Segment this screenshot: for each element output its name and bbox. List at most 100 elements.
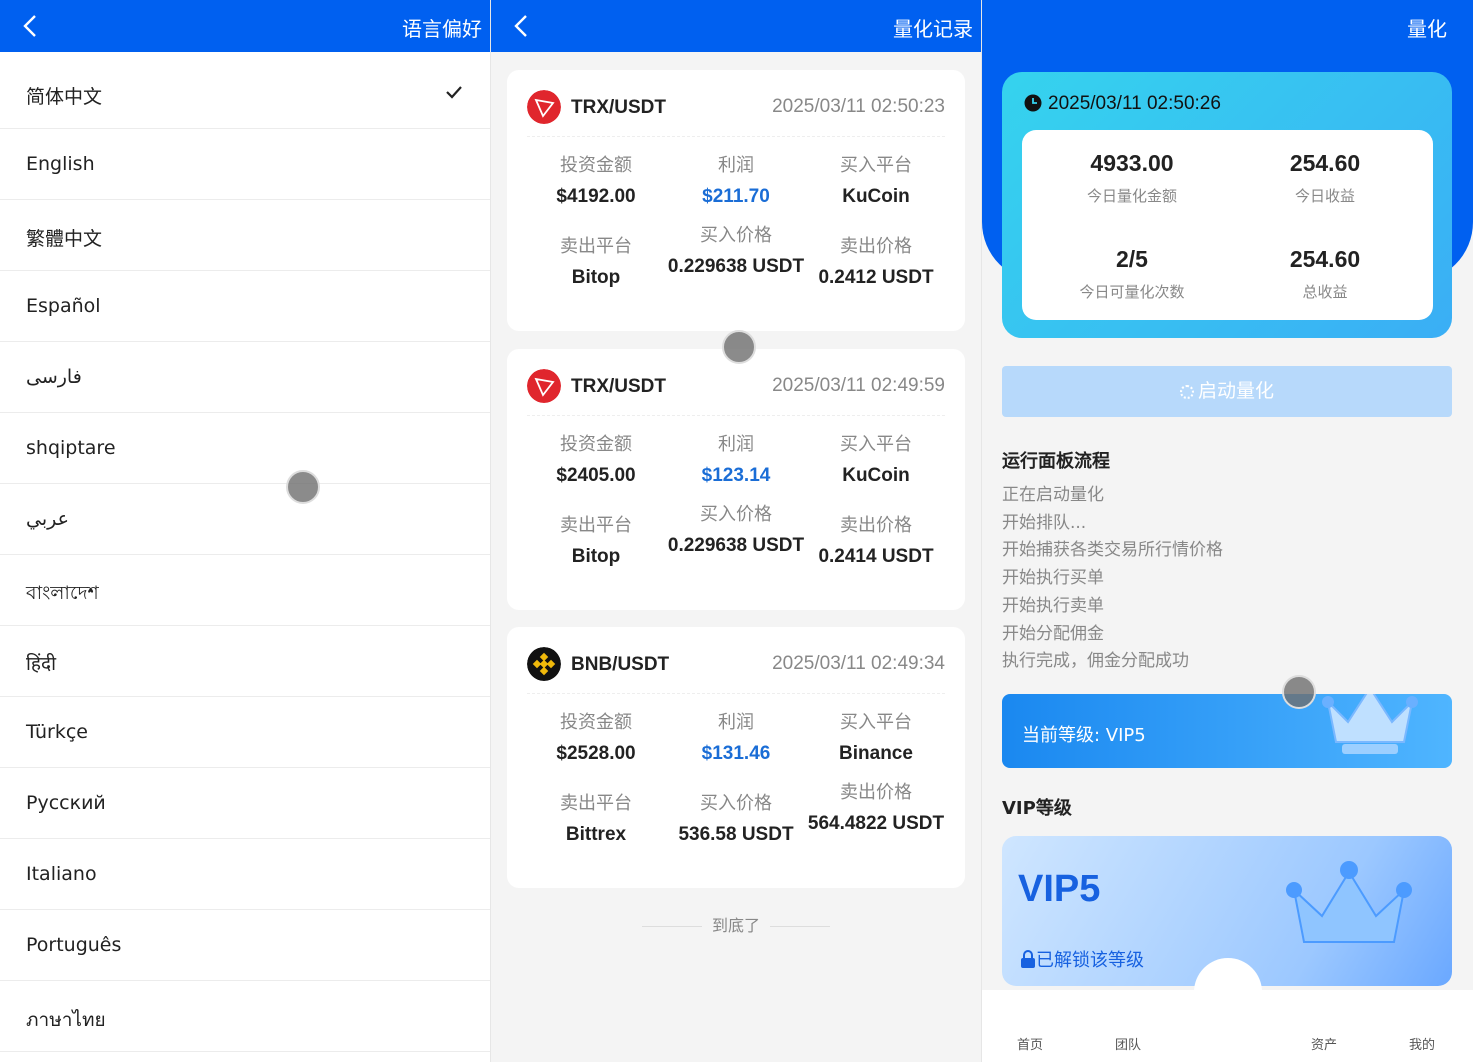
page-title: 量化: [1407, 17, 1447, 41]
field-label: 买入平台: [840, 712, 912, 733]
language-item[interactable]: فارسی: [0, 342, 490, 413]
vip-level: VIP5: [1018, 868, 1101, 910]
field-value: KuCoin: [842, 465, 910, 486]
stat-today-amount: 4933.00 今日量化金额: [1032, 150, 1232, 206]
language-screen: 语言偏好 简体中文 English 繁體中文 Español فارسی shqiptar…: [0, 0, 490, 1062]
sell-platform: 卖出平台 Bitop: [526, 232, 666, 290]
sell-platform: 卖出平台 Bitop: [526, 511, 666, 569]
divider: [527, 693, 945, 694]
trading-pair: TRX/USDT: [571, 376, 666, 397]
language-item[interactable]: English: [0, 129, 490, 200]
header: 量化记录: [491, 0, 981, 52]
field-value: 0.2412 USDT: [818, 267, 934, 288]
buy-price: 买入价格 0.229638 USDT: [666, 221, 806, 279]
start-quant-button[interactable]: 启动量化: [1002, 366, 1452, 417]
language-label: Italiano: [26, 863, 97, 885]
stat-today-count: 2/5 今日可量化次数: [1032, 246, 1232, 302]
language-label: हिंदी: [26, 653, 57, 675]
field-label: 卖出价格: [840, 236, 912, 257]
stat-label: 今日量化金额: [1086, 187, 1177, 205]
invest-amount: 投资金额 $4192.00: [526, 151, 666, 209]
record-time: 2025/03/11 02:49:34: [772, 653, 945, 674]
record-card[interactable]: TRX/USDT 2025/03/11 02:50:23 投资金额 $4192.00 利…: [507, 70, 965, 331]
touch-indicator: [722, 330, 756, 364]
buy-platform: 买入平台 Binance: [806, 708, 946, 766]
start-quant-label: 启动量化: [1197, 380, 1274, 402]
field-value: 0.229638 USDT: [667, 256, 805, 277]
records-screen: 量化记录 TRX/USDT 2025/03/11 02:50:23 投资金额 $419…: [491, 0, 981, 1062]
field-value: Binance: [839, 743, 913, 764]
field-value: $2528.00: [556, 743, 636, 764]
tab-bar: 首页 团队 资产 我的: [982, 958, 1473, 1062]
stat-value: 2/5: [1116, 246, 1148, 272]
language-item[interactable]: Русский: [0, 768, 490, 839]
language-item[interactable]: عربي: [0, 484, 490, 555]
process-step: 开始执行买单: [1002, 568, 1104, 589]
language-item[interactable]: Português: [0, 910, 490, 981]
language-label: shqiptare: [26, 437, 116, 459]
field-label: 卖出价格: [840, 782, 912, 803]
language-item[interactable]: ภาษาไทย: [0, 981, 490, 1052]
process-step: 开始捕获各类交易所行情价格: [1002, 540, 1223, 561]
field-label: 买入价格: [700, 504, 772, 525]
language-item[interactable]: 简体中文: [0, 58, 490, 129]
language-item[interactable]: Español: [0, 271, 490, 342]
stat-label: 今日可量化次数: [1079, 283, 1185, 301]
process-step: 开始执行卖单: [1002, 595, 1104, 616]
stats-panel: 2025/03/11 02:50:26 4933.00 今日量化金额 254.6…: [1002, 72, 1452, 338]
vip-unlocked-status: 已解锁该等级: [1020, 946, 1144, 972]
back-arrow-icon[interactable]: [509, 12, 537, 40]
field-value: Bitop: [571, 546, 621, 567]
field-value: Bittrex: [565, 824, 627, 845]
language-label: Русский: [26, 792, 106, 814]
sell-platform: 卖出平台 Bittrex: [526, 789, 666, 847]
panel-time: 2025/03/11 02:50:26: [1048, 93, 1221, 114]
field-label: 利润: [718, 712, 754, 733]
field-label: 卖出平台: [560, 515, 632, 536]
field-label: 买入价格: [700, 225, 772, 246]
language-item[interactable]: हिंदी: [0, 626, 490, 697]
record-card[interactable]: TRX/USDT 2025/03/11 02:49:59 投资金额 $2405.00 利…: [507, 349, 965, 610]
field-label: 投资金额: [560, 712, 632, 733]
header: 语言偏好: [0, 0, 490, 52]
language-item[interactable]: Türkçe: [0, 697, 490, 768]
trading-pair: BNB/USDT: [571, 654, 670, 675]
field-value: 564.4822 USDT: [807, 813, 945, 834]
trading-pair: TRX/USDT: [571, 97, 666, 118]
divider: [527, 415, 945, 416]
language-label: فارسی: [26, 366, 82, 388]
field-value: 0.2414 USDT: [818, 546, 934, 567]
language-item[interactable]: Italiano: [0, 839, 490, 910]
stat-label: 今日收益: [1294, 187, 1355, 205]
tab-home[interactable]: 首页: [1017, 1034, 1043, 1053]
touch-indicator: [286, 470, 320, 504]
tab-assets[interactable]: 资产: [1311, 1034, 1337, 1053]
current-level-banner[interactable]: 当前等级: VIP5: [1002, 694, 1452, 768]
profit: 利润 $123.14: [666, 430, 806, 488]
language-label: English: [26, 153, 95, 175]
language-label: عربي: [26, 508, 69, 530]
crown-icon: [1286, 861, 1412, 943]
language-item[interactable]: 繁體中文: [0, 200, 490, 271]
process-step: 正在启动量化: [1002, 485, 1104, 505]
buy-price: 买入价格 0.229638 USDT: [666, 500, 806, 558]
language-item[interactable]: বাংলাদেশ: [0, 555, 490, 626]
vip-title: VIP等级: [1002, 798, 1072, 819]
process-step: 开始排队...: [1002, 512, 1087, 533]
stat-value: 4933.00: [1090, 150, 1174, 176]
bnb-icon: [527, 647, 561, 681]
tron-icon: [527, 90, 561, 124]
tab-mine[interactable]: 我的: [1409, 1034, 1435, 1053]
tab-center-button[interactable]: [1194, 958, 1262, 1026]
process-title: 运行面板流程: [1002, 451, 1110, 472]
back-arrow-icon[interactable]: [18, 12, 46, 40]
field-value: $131.46: [701, 743, 771, 764]
sell-price: 卖出价格 0.2414 USDT: [806, 511, 946, 569]
tab-team[interactable]: 团队: [1115, 1034, 1141, 1053]
record-card[interactable]: BNB/USDT 2025/03/11 02:49:34 投资金额 $2528.00 利…: [507, 627, 965, 888]
record-time: 2025/03/11 02:49:59: [772, 375, 945, 396]
sell-price: 卖出价格 0.2412 USDT: [806, 232, 946, 290]
language-item[interactable]: shqiptare: [0, 413, 490, 484]
stat-label: 总收益: [1302, 283, 1348, 301]
crown-icon: [1322, 694, 1418, 754]
